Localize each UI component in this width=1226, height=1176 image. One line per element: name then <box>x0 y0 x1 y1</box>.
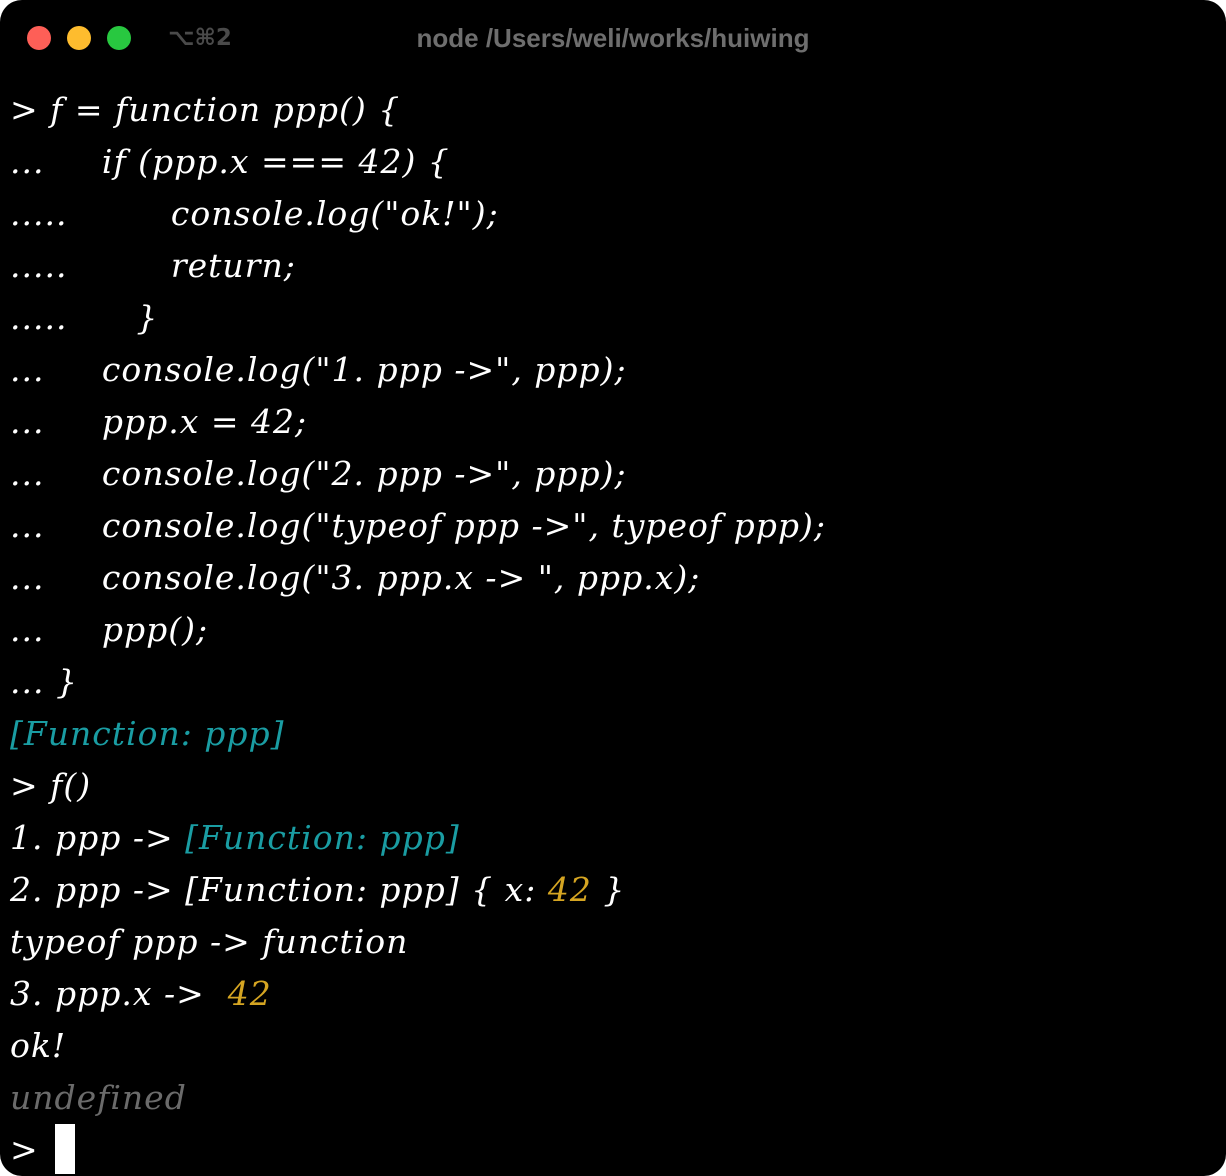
terminal-line: ... console.log("2. ppp ->", ppp); <box>10 448 1210 500</box>
terminal-line: ok! <box>10 1020 1210 1072</box>
terminal-text-segment: typeof ppp -> function <box>10 922 409 961</box>
terminal-line: > f() <box>10 760 1210 812</box>
terminal-line: 3. ppp.x -> 42 <box>10 968 1210 1020</box>
terminal-line: ..... return; <box>10 240 1210 292</box>
terminal-text-segment: ..... console.log("ok!"); <box>10 194 499 233</box>
terminal-text-segment: 2. ppp -> [Function: ppp] { x: <box>10 870 548 909</box>
terminal-text-segment: ... console.log("2. ppp ->", ppp); <box>10 454 627 493</box>
terminal-text-segment: undefined <box>10 1078 187 1117</box>
terminal-text-segment: ... ppp(); <box>10 610 209 649</box>
terminal-line: ... if (ppp.x === 42) { <box>10 136 1210 188</box>
terminal-line: ... ppp(); <box>10 604 1210 656</box>
terminal-text-segment: } <box>591 870 626 909</box>
terminal-line: ... } <box>10 656 1210 708</box>
terminal-text-segment: [Function: ppp] <box>185 818 460 857</box>
terminal-text-segment: ... console.log("1. ppp ->", ppp); <box>10 350 627 389</box>
terminal-line: ... console.log("typeof ppp ->", typeof … <box>10 500 1210 552</box>
terminal-line: undefined <box>10 1072 1210 1124</box>
terminal-line: typeof ppp -> function <box>10 916 1210 968</box>
terminal-text-segment: ... ppp.x = 42; <box>10 402 308 441</box>
terminal-output[interactable]: > f = function ppp() { ... if (ppp.x === … <box>10 84 1210 1174</box>
terminal-text-segment: ..... return; <box>10 246 296 285</box>
terminal-text-segment: ... if (ppp.x === 42) { <box>10 142 450 181</box>
terminal-line: 1. ppp -> [Function: ppp] <box>10 812 1210 864</box>
terminal-window: ⌥⌘2 node /Users/weli/works/huiwing > f =… <box>0 0 1226 1176</box>
terminal-text-segment: 3. ppp.x -> <box>10 974 228 1013</box>
terminal-text-segment: 42 <box>547 870 592 909</box>
terminal-line: ... ppp.x = 42; <box>10 396 1210 448</box>
terminal-text-segment: > f() <box>10 766 92 805</box>
terminal-line: ... console.log("3. ppp.x -> ", ppp.x); <box>10 552 1210 604</box>
terminal-line: ... console.log("1. ppp ->", ppp); <box>10 344 1210 396</box>
terminal-line: ..... } <box>10 292 1210 344</box>
window-title: node /Users/weli/works/huiwing <box>416 23 810 53</box>
terminal-text-segment: > f = function ppp() { <box>10 90 401 129</box>
terminal-text-segment: ... } <box>10 662 78 701</box>
input-prompt-line[interactable]: > <box>10 1124 1210 1176</box>
prompt-symbol: > <box>10 1130 39 1169</box>
terminal-line: > f = function ppp() { <box>10 84 1210 136</box>
title-bar[interactable]: ⌥⌘2 node /Users/weli/works/huiwing <box>0 0 1226 76</box>
output-lines: > f = function ppp() { ... if (ppp.x === … <box>10 84 1210 1124</box>
terminal-text-segment: ok! <box>10 1026 67 1065</box>
terminal-text-segment: ... console.log("3. ppp.x -> ", ppp.x); <box>10 558 701 597</box>
terminal-text-segment: ... console.log("typeof ppp ->", typeof … <box>10 506 826 545</box>
terminal-text-segment: 1. ppp -> <box>10 818 186 857</box>
terminal-line: 2. ppp -> [Function: ppp] { x: 42 } <box>10 864 1210 916</box>
text-cursor <box>54 1124 75 1174</box>
terminal-line: ..... console.log("ok!"); <box>10 188 1210 240</box>
terminal-text-segment: ..... } <box>10 298 159 337</box>
terminal-line: [Function: ppp] <box>10 708 1210 760</box>
terminal-text-segment: 42 <box>227 974 272 1013</box>
terminal-text-segment: [Function: ppp] <box>10 714 285 753</box>
